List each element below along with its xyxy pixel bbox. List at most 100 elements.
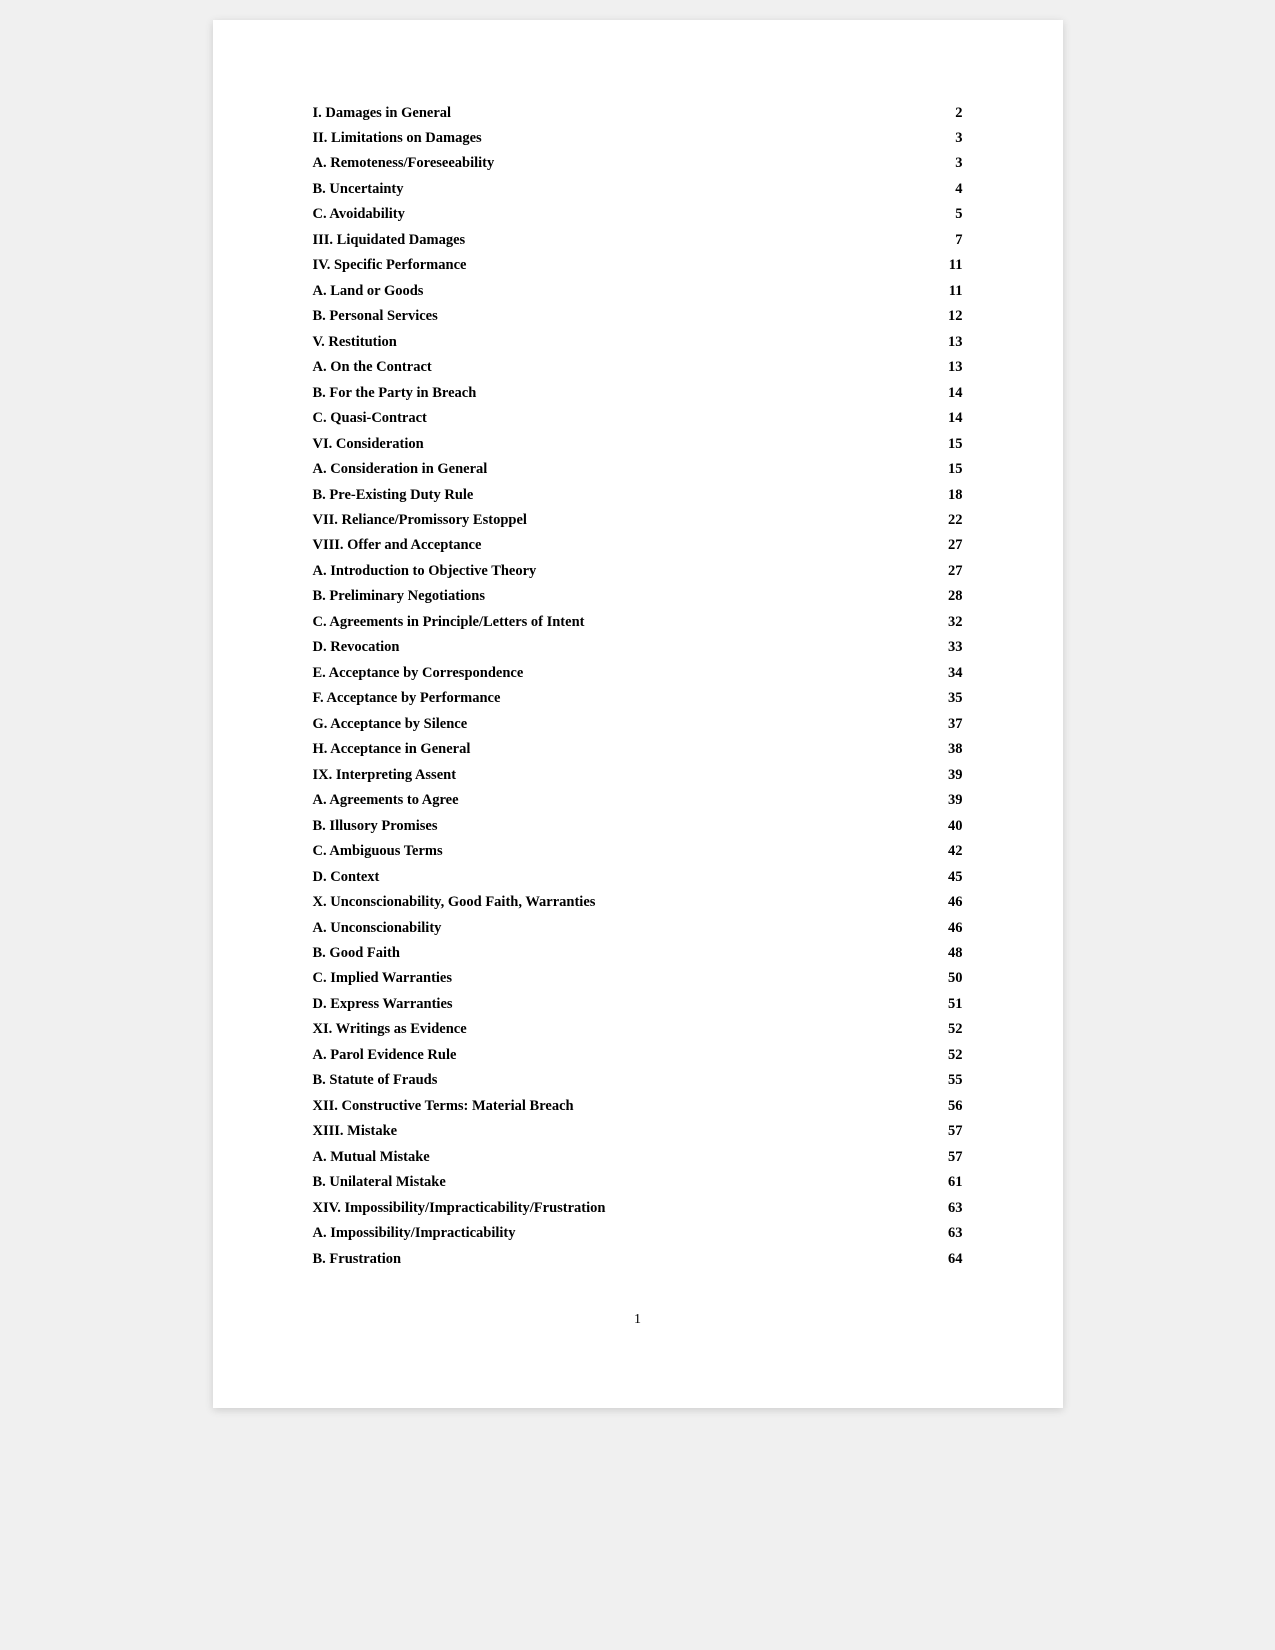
toc-entry-page: 22 <box>865 508 963 533</box>
toc-row: C. Implied Warranties50 <box>313 966 963 991</box>
toc-entry-text: B. Frustration <box>313 1246 866 1271</box>
toc-row: E. Acceptance by Correspondence34 <box>313 660 963 685</box>
toc-row: C. Avoidability5 <box>313 202 963 227</box>
toc-entry-text: B. Pre-Existing Duty Rule <box>313 482 866 507</box>
toc-entry-page: 7 <box>865 227 963 252</box>
toc-entry-page: 14 <box>865 380 963 405</box>
toc-entry-text: VIII. Offer and Acceptance <box>313 533 866 558</box>
toc-row: XIV. Impossibility/Impracticability/Frus… <box>313 1195 963 1220</box>
toc-entry-text: D. Context <box>313 864 866 889</box>
toc-row: VIII. Offer and Acceptance27 <box>313 533 963 558</box>
toc-entry-page: 38 <box>865 737 963 762</box>
toc-entry-page: 11 <box>865 278 963 303</box>
toc-entry-text: A. Land or Goods <box>313 278 866 303</box>
toc-entry-text: A. Remoteness/Foreseeability <box>313 151 866 176</box>
toc-entry-text: IV. Specific Performance <box>313 253 866 278</box>
toc-entry-page: 64 <box>865 1246 963 1271</box>
toc-row: D. Express Warranties51 <box>313 991 963 1016</box>
toc-entry-page: 56 <box>865 1093 963 1118</box>
toc-row: B. Pre-Existing Duty Rule18 <box>313 482 963 507</box>
toc-row: A. Remoteness/Foreseeability3 <box>313 151 963 176</box>
toc-entry-text: A. Agreements to Agree <box>313 788 866 813</box>
toc-entry-text: C. Avoidability <box>313 202 866 227</box>
toc-entry-text: XIII. Mistake <box>313 1119 866 1144</box>
toc-entry-page: 39 <box>865 788 963 813</box>
toc-row: A. Agreements to Agree39 <box>313 788 963 813</box>
toc-entry-page: 3 <box>865 151 963 176</box>
toc-row: C. Ambiguous Terms42 <box>313 839 963 864</box>
toc-row: XII. Constructive Terms: Material Breach… <box>313 1093 963 1118</box>
toc-row: B. Frustration64 <box>313 1246 963 1271</box>
toc-entry-page: 15 <box>865 457 963 482</box>
toc-entry-page: 61 <box>865 1170 963 1195</box>
toc-entry-text: XIV. Impossibility/Impracticability/Frus… <box>313 1195 866 1220</box>
toc-entry-page: 45 <box>865 864 963 889</box>
toc-entry-text: C. Agreements in Principle/Letters of In… <box>313 609 866 634</box>
toc-entry-text: B. Good Faith <box>313 940 866 965</box>
toc-entry-page: 40 <box>865 813 963 838</box>
toc-entry-page: 34 <box>865 660 963 685</box>
toc-entry-text: B. Personal Services <box>313 304 866 329</box>
toc-entry-page: 35 <box>865 686 963 711</box>
toc-row: A. Mutual Mistake57 <box>313 1144 963 1169</box>
toc-entry-page: 37 <box>865 711 963 736</box>
toc-row: X. Unconscionability, Good Faith, Warran… <box>313 890 963 915</box>
toc-entry-page: 63 <box>865 1195 963 1220</box>
toc-row: B. Unilateral Mistake61 <box>313 1170 963 1195</box>
toc-entry-text: III. Liquidated Damages <box>313 227 866 252</box>
toc-entry-text: IX. Interpreting Assent <box>313 762 866 787</box>
toc-entry-text: B. Preliminary Negotiations <box>313 584 866 609</box>
toc-entry-page: 48 <box>865 940 963 965</box>
toc-table: I. Damages in General2II. Limitations on… <box>313 100 963 1272</box>
toc-row: D. Context45 <box>313 864 963 889</box>
toc-entry-page: 11 <box>865 253 963 278</box>
toc-entry-text: E. Acceptance by Correspondence <box>313 660 866 685</box>
toc-entry-text: A. Unconscionability <box>313 915 866 940</box>
toc-row: VII. Reliance/Promissory Estoppel22 <box>313 508 963 533</box>
toc-entry-text: A. Consideration in General <box>313 457 866 482</box>
toc-entry-text: F. Acceptance by Performance <box>313 686 866 711</box>
page: I. Damages in General2II. Limitations on… <box>213 20 1063 1408</box>
toc-entry-page: 42 <box>865 839 963 864</box>
toc-row: IX. Interpreting Assent39 <box>313 762 963 787</box>
toc-entry-page: 32 <box>865 609 963 634</box>
toc-row: III. Liquidated Damages7 <box>313 227 963 252</box>
toc-entry-text: C. Implied Warranties <box>313 966 866 991</box>
toc-row: A. Impossibility/Impracticability63 <box>313 1221 963 1246</box>
toc-entry-page: 57 <box>865 1119 963 1144</box>
toc-row: B. Personal Services12 <box>313 304 963 329</box>
toc-row: B. For the Party in Breach14 <box>313 380 963 405</box>
toc-row: D. Revocation33 <box>313 635 963 660</box>
toc-entry-text: VII. Reliance/Promissory Estoppel <box>313 508 866 533</box>
toc-entry-text: II. Limitations on Damages <box>313 125 866 150</box>
toc-entry-text: G. Acceptance by Silence <box>313 711 866 736</box>
toc-entry-text: XII. Constructive Terms: Material Breach <box>313 1093 866 1118</box>
toc-entry-page: 27 <box>865 558 963 583</box>
toc-entry-text: I. Damages in General <box>313 100 866 125</box>
toc-entry-text: A. Introduction to Objective Theory <box>313 558 866 583</box>
toc-entry-text: XI. Writings as Evidence <box>313 1017 866 1042</box>
toc-entry-page: 13 <box>865 329 963 354</box>
toc-entry-page: 27 <box>865 533 963 558</box>
toc-entry-page: 28 <box>865 584 963 609</box>
toc-entry-text: B. Uncertainty <box>313 176 866 201</box>
toc-row: A. Parol Evidence Rule52 <box>313 1042 963 1067</box>
toc-entry-text: D. Express Warranties <box>313 991 866 1016</box>
toc-entry-page: 55 <box>865 1068 963 1093</box>
page-number: 1 <box>634 1312 641 1327</box>
toc-entry-text: C. Ambiguous Terms <box>313 839 866 864</box>
toc-entry-page: 46 <box>865 915 963 940</box>
toc-row: B. Good Faith48 <box>313 940 963 965</box>
toc-entry-page: 52 <box>865 1017 963 1042</box>
toc-row: IV. Specific Performance11 <box>313 253 963 278</box>
toc-entry-page: 52 <box>865 1042 963 1067</box>
toc-entry-text: B. Illusory Promises <box>313 813 866 838</box>
toc-entry-page: 13 <box>865 355 963 380</box>
toc-row: G. Acceptance by Silence37 <box>313 711 963 736</box>
toc-entry-text: A. Mutual Mistake <box>313 1144 866 1169</box>
toc-entry-text: A. On the Contract <box>313 355 866 380</box>
toc-row: II. Limitations on Damages3 <box>313 125 963 150</box>
toc-entry-page: 51 <box>865 991 963 1016</box>
toc-entry-text: VI. Consideration <box>313 431 866 456</box>
toc-entry-page: 2 <box>865 100 963 125</box>
